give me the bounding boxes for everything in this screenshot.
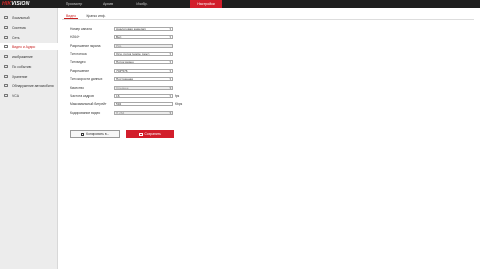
image-icon: [4, 54, 8, 59]
sidebar-item-label: Локальный: [12, 15, 30, 20]
h264-plus-label: H264+: [70, 35, 80, 39]
chevron-down-icon: ▾: [169, 68, 171, 73]
sidebar-item-label: изображение: [12, 54, 33, 59]
sidebar-item-label: Система: [12, 25, 26, 30]
max-bitrate-label: Максимальный битрейт: [70, 102, 107, 106]
sidebar-item-label: По событию: [12, 64, 32, 69]
save-button[interactable]: Сохранить: [126, 130, 174, 138]
channel-select[interactable]: Аналоговая камера1 ▾: [114, 26, 173, 32]
chevron-down-icon: ▾: [169, 93, 171, 98]
max-bitrate-value: 592: [116, 101, 122, 106]
resolution-screen-field: PAL: [114, 43, 173, 49]
sidebar-item-local[interactable]: Локальный: [0, 14, 58, 21]
sidebar-item-video-audio[interactable]: Видео и Аудио: [0, 43, 58, 50]
frame-rate-value: 16: [116, 93, 120, 98]
sidebar-item-label: Видео и Аудио: [12, 44, 36, 49]
resolution-screen-value: PAL: [116, 43, 122, 48]
sidebar-item-network[interactable]: Сеть: [0, 34, 58, 41]
nav-configuration[interactable]: Настройки: [190, 0, 222, 8]
sidebar-item-vehicle-detection[interactable]: Обнаружение автомобиля: [0, 82, 58, 89]
save-label: Сохранить: [144, 132, 161, 136]
copy-to-label: Копировать в...: [86, 132, 110, 136]
sidebar-item-label: VCA: [12, 93, 19, 98]
logo-text-red: HIK: [2, 1, 12, 7]
sidebar-item-system[interactable]: Система: [0, 24, 58, 31]
max-bitrate-input[interactable]: 592: [114, 101, 173, 107]
quality-value: Среднее: [116, 85, 129, 90]
video-type-select[interactable]: Поток видео ▾: [114, 59, 173, 65]
video-icon: [4, 44, 8, 49]
chevron-down-icon: ▾: [169, 34, 171, 39]
chevron-down-icon: ▾: [169, 110, 171, 115]
sidebar: Локальный Система Сеть Видео и Аудио изо…: [0, 8, 58, 269]
max-bitrate-unit: Kbps: [175, 102, 183, 106]
resolution-label: Разрешение: [70, 69, 90, 73]
nav-picture[interactable]: Изобр.: [130, 0, 154, 8]
nav-playback[interactable]: Архив: [96, 0, 120, 8]
nav-live-view[interactable]: Просмотр: [60, 0, 88, 8]
stream-type-value: Осн. поток (норм. реж.): [116, 51, 150, 56]
video-encoding-value: H.264: [116, 110, 125, 115]
bitrate-type-value: Постоянная: [116, 76, 134, 81]
quality-select: Среднее ▾: [114, 85, 173, 91]
vca-icon: [4, 93, 8, 98]
h264-plus-select[interactable]: Вкл ▾: [114, 34, 173, 40]
sidebar-item-vca[interactable]: VCA: [0, 92, 58, 99]
sidebar-item-image[interactable]: изображение: [0, 53, 58, 60]
channel-value: Аналоговая камера1: [116, 26, 146, 31]
bitrate-type-select[interactable]: Постоянная ▾: [114, 76, 173, 82]
sidebar-item-label: Хранение: [12, 74, 28, 79]
sidebar-item-storage[interactable]: Хранение: [0, 73, 58, 80]
copy-icon: [80, 132, 85, 136]
frame-rate-label: Частота кадров: [70, 94, 94, 98]
network-icon: [4, 35, 8, 40]
resolution-screen-label: Разрешение экрана: [70, 44, 101, 48]
hikvision-logo: HIKVISION: [2, 1, 29, 7]
video-type-value: Поток видео: [116, 59, 134, 64]
sidebar-item-label: Обнаружение автомобиля: [12, 83, 54, 88]
logo-text-white: VISION: [11, 1, 30, 7]
chevron-down-icon: ▾: [169, 26, 171, 31]
video-encoding-label: Кодирование видео: [70, 111, 101, 115]
sidebar-item-event[interactable]: По событию: [0, 63, 58, 70]
system-icon: [4, 25, 8, 30]
resolution-value: 704*576: [116, 68, 128, 73]
tab-divider: [62, 19, 474, 20]
sidebar-item-label: Сеть: [12, 35, 20, 40]
save-icon: [139, 132, 143, 136]
chevron-down-icon: ▾: [169, 85, 171, 90]
bitrate-type-label: Тип скорости данных: [70, 77, 103, 81]
frame-rate-unit: fps: [175, 94, 180, 98]
video-encoding-select: H.264 ▾: [114, 110, 173, 116]
frame-rate-select[interactable]: 16 ▾: [114, 93, 173, 99]
top-bar: HIKVISION Просмотр Архив Изобр. Настройк…: [0, 0, 480, 8]
chevron-down-icon: ▾: [169, 51, 171, 56]
stream-type-label: Тип потока: [70, 52, 87, 56]
stream-type-select[interactable]: Осн. поток (норм. реж.) ▾: [114, 51, 173, 57]
channel-label: Номер канала: [70, 27, 92, 31]
chevron-down-icon: ▾: [169, 59, 171, 64]
h264-plus-value: Вкл: [116, 34, 122, 39]
car-icon: [4, 83, 8, 88]
event-icon: [4, 64, 8, 69]
copy-to-button[interactable]: Копировать в...: [70, 130, 120, 138]
monitor-icon: [4, 15, 8, 20]
quality-label: Качество: [70, 86, 84, 90]
resolution-select[interactable]: 704*576 ▾: [114, 68, 173, 74]
chevron-down-icon: ▾: [169, 76, 171, 81]
storage-icon: [4, 74, 8, 79]
video-type-label: Тип видео: [70, 60, 86, 64]
